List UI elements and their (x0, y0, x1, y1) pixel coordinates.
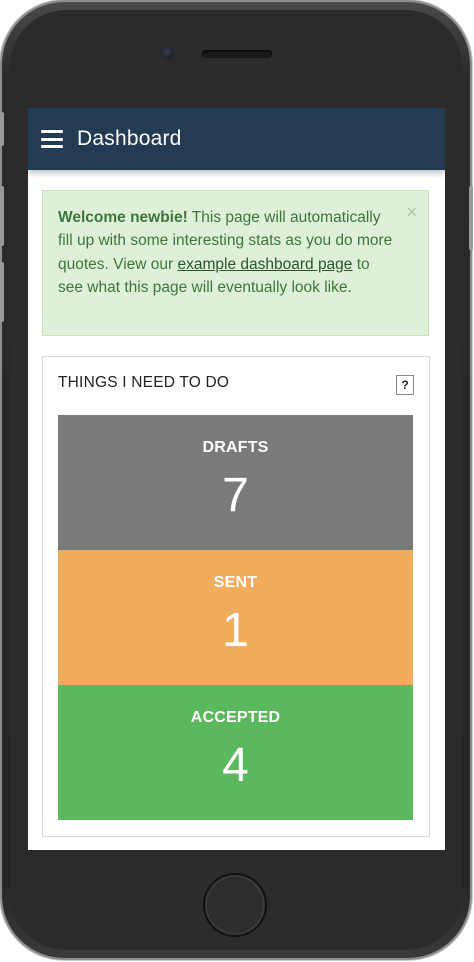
sent-label: SENT (213, 574, 258, 591)
close-icon[interactable]: × (406, 203, 417, 221)
sent-count: 1 (222, 604, 249, 657)
app-screen: Dashboard × Welcome newbie! This page wi… (28, 108, 445, 850)
earpiece-speaker (202, 50, 272, 58)
volume-down-button (0, 262, 4, 322)
drafts-tile[interactable]: DRAFTS 7 (58, 415, 413, 550)
drafts-count: 7 (222, 469, 249, 522)
help-button[interactable]: ? (396, 375, 414, 395)
welcome-alert: × Welcome newbie! This page will automat… (42, 190, 429, 336)
accepted-tile[interactable]: ACCEPTED 4 (58, 685, 413, 820)
power-button (469, 186, 473, 250)
volume-up-button (0, 186, 4, 246)
accepted-label: ACCEPTED (190, 709, 281, 726)
panel-title: THINGS I NEED TO DO (58, 374, 230, 391)
accepted-count: 4 (222, 739, 249, 792)
home-button[interactable] (203, 873, 267, 937)
example-dashboard-link[interactable]: example dashboard page (177, 256, 352, 273)
drafts-label: DRAFTS (202, 439, 269, 456)
hamburger-menu-icon[interactable] (41, 130, 63, 148)
sent-tile[interactable]: SENT 1 (58, 550, 413, 685)
main-content: × Welcome newbie! This page will automat… (28, 170, 445, 850)
alert-heading: Welcome newbie! (58, 209, 188, 226)
page-title: Dashboard (77, 127, 182, 150)
front-camera (162, 47, 174, 59)
mute-switch (0, 112, 4, 146)
todo-panel: THINGS I NEED TO DO ? DRAFTS 7 SENT 1 AC… (42, 356, 430, 837)
top-navbar: Dashboard (28, 108, 445, 170)
